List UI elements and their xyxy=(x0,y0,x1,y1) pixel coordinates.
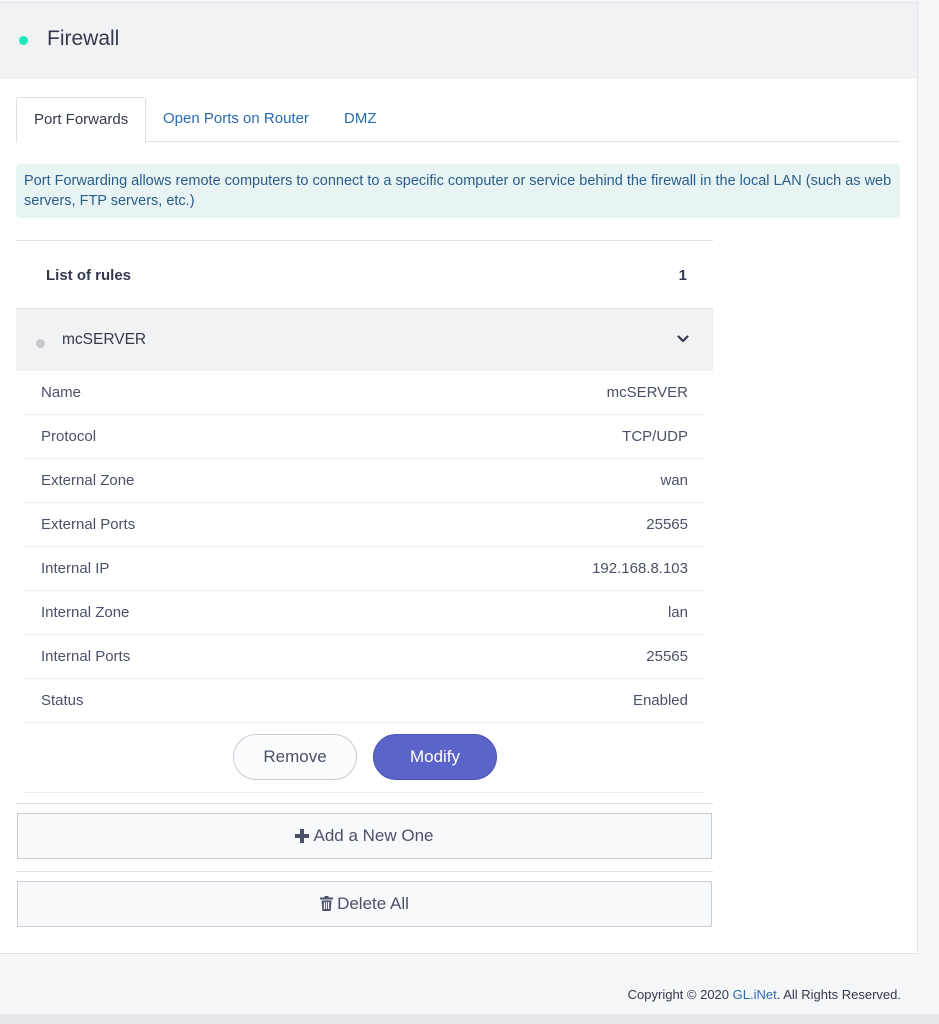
detail-row: External Zone wan xyxy=(24,459,705,503)
detail-key: Internal IP xyxy=(41,560,110,577)
rules-count: 1 xyxy=(678,267,687,284)
footer-copyright: Copyright © 2020 GL.iNet. All Rights Res… xyxy=(628,987,901,1002)
rules-list: List of rules 1 mcSERVER Name mcSERVER P… xyxy=(16,240,713,793)
delete-all-label: Delete All xyxy=(337,894,409,913)
tab-bar: Port Forwards Open Ports on Router DMZ xyxy=(16,97,900,143)
chevron-down-icon[interactable] xyxy=(677,333,689,345)
divider xyxy=(16,803,713,804)
remove-button[interactable]: Remove xyxy=(233,734,357,780)
firewall-panel: Firewall Port Forwards Open Ports on Rou… xyxy=(0,2,918,954)
detail-key: Status xyxy=(41,692,84,709)
detail-key: External Ports xyxy=(41,516,136,533)
detail-value: 25565 xyxy=(646,516,688,533)
rule-actions: Remove Modify xyxy=(24,723,705,793)
detail-value: Enabled xyxy=(632,692,688,709)
modify-button[interactable]: Modify xyxy=(373,734,497,780)
panel-header: Firewall xyxy=(0,3,917,79)
detail-value: 192.168.8.103 xyxy=(592,560,688,577)
detail-value: TCP/UDP xyxy=(622,428,688,445)
trash-icon xyxy=(320,896,334,911)
detail-value: lan xyxy=(667,604,688,621)
delete-all-button[interactable]: Delete All xyxy=(17,881,712,927)
tab-port-forwards[interactable]: Port Forwards xyxy=(16,97,147,143)
add-new-label: Add a New One xyxy=(313,826,434,845)
detail-row: Name mcSERVER xyxy=(24,371,705,415)
detail-key: Protocol xyxy=(41,428,97,445)
footer-link-glinet[interactable]: GL.iNet xyxy=(733,987,777,1002)
detail-row: Internal IP 192.168.8.103 xyxy=(24,547,705,591)
status-dot-icon xyxy=(19,36,28,45)
detail-value: mcSERVER xyxy=(606,384,688,401)
plus-icon xyxy=(295,829,310,843)
tab-open-ports-on-router[interactable]: Open Ports on Router xyxy=(146,97,326,142)
detail-key: Internal Zone xyxy=(41,604,130,621)
detail-value: 25565 xyxy=(646,648,688,665)
detail-value: wan xyxy=(660,472,688,489)
footer-suffix: . All Rights Reserved. xyxy=(776,987,901,1002)
rules-header: List of rules 1 xyxy=(16,240,713,309)
rule-name: mcSERVER xyxy=(62,331,147,348)
detail-row: External Ports 25565 xyxy=(24,503,705,547)
detail-key: External Zone xyxy=(41,472,135,489)
footer-prefix: Copyright © 2020 xyxy=(627,987,733,1002)
detail-row: Internal Zone lan xyxy=(24,591,705,635)
bottom-bar xyxy=(0,1014,939,1024)
page-title: Firewall xyxy=(47,27,120,50)
rule-status-dot-icon xyxy=(36,339,45,348)
rule-header-mcserver[interactable]: mcSERVER xyxy=(16,309,713,371)
detail-row: Internal Ports 25565 xyxy=(24,635,705,679)
rules-list-label: List of rules xyxy=(46,267,132,284)
info-alert: Port Forwarding allows remote computers … xyxy=(16,164,900,218)
add-new-button[interactable]: Add a New One xyxy=(17,813,712,859)
detail-row: Status Enabled xyxy=(24,679,705,723)
detail-key: Internal Ports xyxy=(41,648,131,665)
rule-details: Name mcSERVER Protocol TCP/UDP External … xyxy=(16,371,713,793)
detail-key: Name xyxy=(41,384,82,401)
divider xyxy=(16,871,713,872)
detail-row: Protocol TCP/UDP xyxy=(24,415,705,459)
tab-dmz[interactable]: DMZ xyxy=(327,97,394,142)
